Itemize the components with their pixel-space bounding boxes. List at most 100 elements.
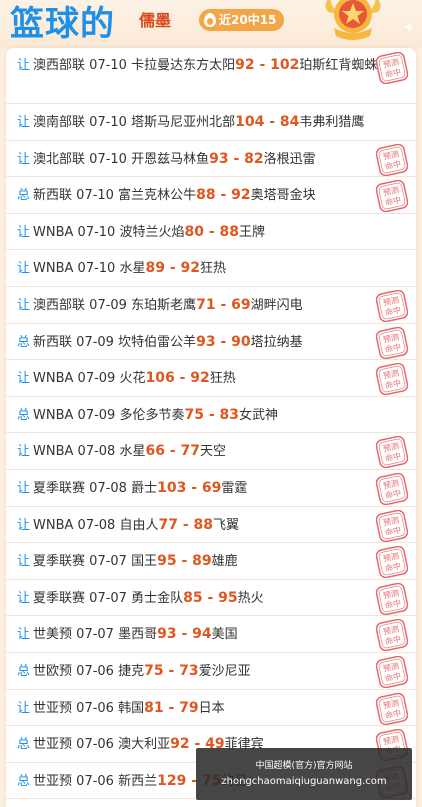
hit-stamp-icon: 预测命中 <box>376 619 408 652</box>
row-text: 让夏季联赛 07-08 爵士103 - 69雷霆 <box>17 479 377 498</box>
score-separator: - <box>220 333 227 350</box>
away-score: 88 <box>193 516 214 533</box>
prediction-row[interactable]: 让 WNBA 07-10 波特兰火焰80 - 88王牌 <box>6 214 416 251</box>
prediction-row[interactable]: 让夏季联赛 07-07 国王95 - 89雄鹿 预测 命中 <box>6 543 416 580</box>
hit-stamp-icon: 预测命中 <box>376 509 408 542</box>
hit-stamp-icon: 预测命中 <box>376 582 408 615</box>
away-score: 102 <box>270 57 300 73</box>
league-name: WNBA <box>33 444 74 460</box>
score-separator-wrap: - <box>264 114 280 130</box>
match-date: 07-10 <box>76 188 114 204</box>
score-separator-wrap: - <box>203 590 219 606</box>
away-score: 92 <box>190 370 210 387</box>
bet-type: 让 <box>17 371 31 387</box>
home-team: 新西兰 <box>118 773 158 789</box>
prediction-row[interactable]: 让世美预 07-07 墨西哥93 - 94美国 预测 命中 <box>6 616 416 653</box>
home-score: 75 <box>184 406 204 423</box>
prediction-row[interactable]: 让 WNBA 07-08 自由人77 - 88飞翼 预测 命中 <box>6 507 416 544</box>
prediction-row[interactable]: 让澳西部联 07-09 东珀斯老鹰71 - 69湖畔闪电 预测 命中 <box>6 287 416 324</box>
page-title: 篮球的 <box>10 4 115 44</box>
home-team: 东珀斯老鹰 <box>131 298 197 313</box>
home-team: 墨西哥 <box>118 627 158 643</box>
home-team: 坎特伯雷公羊 <box>118 334 197 350</box>
watermark-url[interactable]: zhongchaomaiqiuguanwang.com <box>196 775 412 788</box>
score-separator: - <box>168 699 175 716</box>
home-team: 爵士 <box>131 481 158 496</box>
score-separator-wrap: - <box>204 407 220 423</box>
row-text: 让 WNBA 07-08 水星66 - 77天空 <box>17 442 377 461</box>
match-date: 07-06 <box>76 773 114 789</box>
prediction-row[interactable]: 总新西联 07-09 坎特伯雷公羊93 - 90塔拉纳基 预测 命中 <box>6 324 416 361</box>
prediction-row[interactable]: 让澳北部联 07-10 开恩兹马林鱼93 - 82洛根迅雷 预测 命中 <box>6 141 416 178</box>
home-score: 92 <box>170 736 190 753</box>
prediction-row[interactable]: 让夏季联赛 07-08 爵士103 - 69雷霆 预测 命中 <box>6 470 416 507</box>
league-name: 夏季联赛 <box>33 590 86 606</box>
score-separator: - <box>208 223 215 240</box>
league-name: WNBA <box>33 517 74 533</box>
home-score: 81 <box>144 699 164 716</box>
home-score: 93 <box>209 150 229 167</box>
home-score: 88 <box>196 187 216 204</box>
away-team: 湖畔闪电 <box>250 298 303 313</box>
bet-type: 让 <box>17 115 31 130</box>
prediction-row[interactable]: 让澳南部联 07-10 塔斯马尼亚州北部104 - 84韦弗利猎鹰 <box>6 104 416 141</box>
sparkle-icon: ✦ <box>402 18 416 37</box>
row-text: 让夏季联赛 07-07 国王95 - 89雄鹿 <box>17 552 377 571</box>
prediction-row[interactable]: 让世亚预 07-06 韩国81 - 79日本 预测 命中 <box>6 690 416 727</box>
away-score: 79 <box>179 699 199 716</box>
prediction-row[interactable]: 总 WNBA 07-09 多伦多节奏75 - 83女武神 <box>6 397 416 434</box>
bet-type: 总 <box>17 407 31 423</box>
match-date: 07-06 <box>76 664 114 679</box>
score-separator-wrap: - <box>178 517 194 533</box>
hit-stamp-icon: 预测命中 <box>376 656 408 688</box>
hit-stamp-icon: 预测命中 <box>376 326 408 359</box>
away-team: 洛根迅雷 <box>263 151 316 167</box>
prediction-row[interactable]: 让 WNBA 07-09 火花106 - 92狂热 预测 命中 <box>6 360 416 397</box>
bet-type: 让 <box>17 517 31 533</box>
match-date: 07-10 <box>89 115 127 130</box>
prediction-row[interactable]: 让 WNBA 07-08 水星66 - 77天空 预测 命中 <box>6 433 416 470</box>
league-name: WNBA <box>33 371 74 387</box>
match-date: 07-09 <box>89 298 127 313</box>
away-team: 雷霆 <box>221 481 248 496</box>
bet-type: 让 <box>17 627 31 643</box>
score-separator: - <box>181 626 188 643</box>
match-date: 07-08 <box>89 481 127 496</box>
home-score: 103 <box>157 480 187 496</box>
hit-stamp-icon: 预测命中 <box>376 436 408 469</box>
bet-type: 让 <box>17 481 31 496</box>
hit-stamp-icon: 预测命中 <box>376 52 408 84</box>
score-separator-wrap: - <box>164 700 180 716</box>
bet-type: 让 <box>17 554 31 570</box>
prediction-row[interactable]: 让 WNBA 07-10 水星89 - 92狂热 <box>6 250 416 287</box>
prediction-row[interactable]: 让澳西部联 07-10 卡拉曼达东方太阳92 - 102珀斯红背蜘蛛 预测 命中 <box>6 48 416 104</box>
expert-name[interactable]: 儒墨 <box>139 10 171 32</box>
away-team: 美国 <box>211 627 238 643</box>
match-date: 07-06 <box>76 700 114 716</box>
league-name: 世亚预 <box>33 700 73 716</box>
league-name: 澳西部联 <box>33 298 86 313</box>
prediction-row[interactable]: 总新西联 07-10 富兰克林公牛88 - 92奥塔哥金块 预测 命中 <box>6 177 416 214</box>
bet-type: 让 <box>17 151 31 167</box>
hit-stamp-icon: 预测命中 <box>376 180 408 213</box>
home-team: 多伦多节奏 <box>119 407 185 423</box>
row-text: 总 WNBA 07-09 多伦多节奏75 - 83女武神 <box>17 406 377 425</box>
score-separator-wrap: - <box>186 480 202 496</box>
match-date: 07-10 <box>77 261 116 277</box>
prediction-row[interactable]: 让夏季联赛 07-07 勇士金队85 - 95热火 预测 命中 <box>6 580 416 617</box>
bet-type: 让 <box>17 590 31 606</box>
league-name: 夏季联赛 <box>33 481 86 496</box>
match-date: 07-07 <box>89 590 127 606</box>
match-date: 07-08 <box>77 444 116 460</box>
prediction-row[interactable]: 总世欧预 07-06 捷克75 - 73爱沙尼亚 预测 命中 <box>6 653 416 690</box>
hit-stamp-icon: 预测命中 <box>376 546 408 579</box>
away-score: 89 <box>192 553 212 570</box>
match-date: 07-10 <box>77 224 116 240</box>
away-score: 73 <box>179 663 199 679</box>
league-name: 新西联 <box>33 188 73 204</box>
league-name: WNBA <box>33 261 74 277</box>
score-separator: - <box>259 57 266 73</box>
hit-stamp-icon: 预测命中 <box>376 363 408 396</box>
hit-stamp-icon: 预测命中 <box>376 290 408 322</box>
away-team: 雄鹿 <box>211 554 238 570</box>
